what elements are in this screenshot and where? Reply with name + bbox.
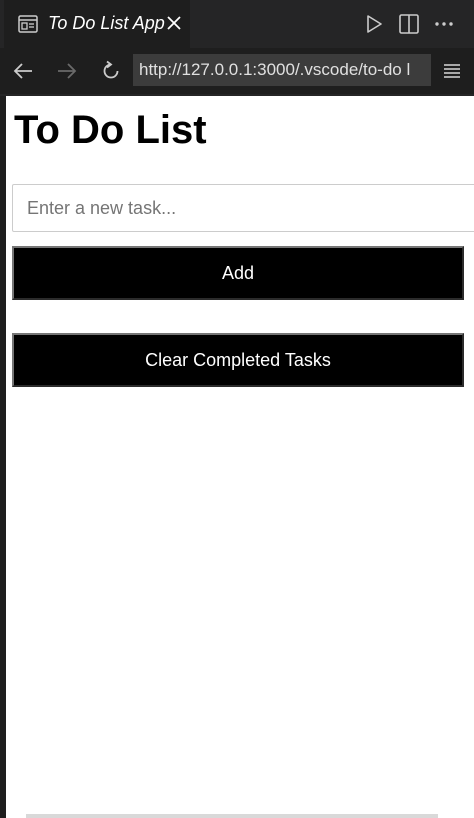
web-page: To Do List Add Clear Completed Tasks xyxy=(6,96,474,818)
tab-bar: To Do List App xyxy=(0,0,474,48)
tab-to-do-list-app[interactable]: To Do List App xyxy=(4,0,190,48)
new-task-input[interactable] xyxy=(12,184,474,232)
horizontal-scrollbar[interactable] xyxy=(26,814,438,818)
arrow-right-icon[interactable] xyxy=(56,60,78,82)
navigation-bar: http://127.0.0.1:3000/.vscode/to-do l xyxy=(0,48,474,94)
split-editor-icon[interactable] xyxy=(398,13,420,35)
tab-title: To Do List App xyxy=(48,13,165,33)
add-task-button[interactable]: Add xyxy=(12,246,464,300)
url-text: http://127.0.0.1:3000/.vscode/to-do l xyxy=(139,60,411,79)
more-actions-icon[interactable] xyxy=(433,13,455,35)
arrow-left-icon[interactable] xyxy=(12,60,34,82)
address-bar[interactable]: http://127.0.0.1:3000/.vscode/to-do l xyxy=(133,54,431,86)
play-icon[interactable] xyxy=(364,13,384,35)
browser-preview-icon xyxy=(18,15,38,33)
close-icon[interactable] xyxy=(166,15,182,31)
hamburger-menu-icon[interactable] xyxy=(442,61,462,81)
browser-window: To Do List App http://127.0.0.1:3000/.vs… xyxy=(0,0,474,818)
page-title: To Do List xyxy=(14,108,207,152)
reload-icon[interactable] xyxy=(100,60,122,82)
clear-completed-button[interactable]: Clear Completed Tasks xyxy=(12,333,464,387)
